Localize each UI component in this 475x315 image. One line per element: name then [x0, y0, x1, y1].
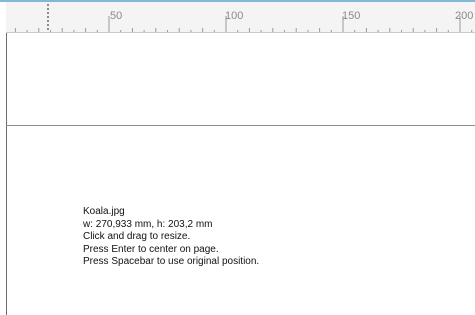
tooltip-dimensions: w: 270,933 mm, h: 203,2 mm	[83, 218, 213, 230]
tooltip-hint-original: Press Spacebar to use original position.	[83, 256, 260, 267]
margin-guide-line	[6, 125, 475, 126]
ruler-label-150: 150	[342, 10, 361, 22]
tooltip-hint-center: Press Enter to center on page.	[83, 243, 219, 255]
page-left-edge	[6, 33, 7, 315]
tooltip-hint-resize: Click and drag to resize.	[83, 231, 191, 242]
ruler-label-200: 200	[455, 10, 474, 22]
place-image-tooltip: Koala.jpg w: 270,933 mm, h: 203,2 mm Cli…	[83, 206, 259, 269]
ruler-label-50: 50	[110, 10, 123, 22]
ruler-label-100: 100	[225, 10, 244, 22]
horizontal-ruler[interactable]: 50 100 150 200	[6, 2, 475, 33]
tooltip-filename: Koala.jpg	[83, 206, 125, 217]
